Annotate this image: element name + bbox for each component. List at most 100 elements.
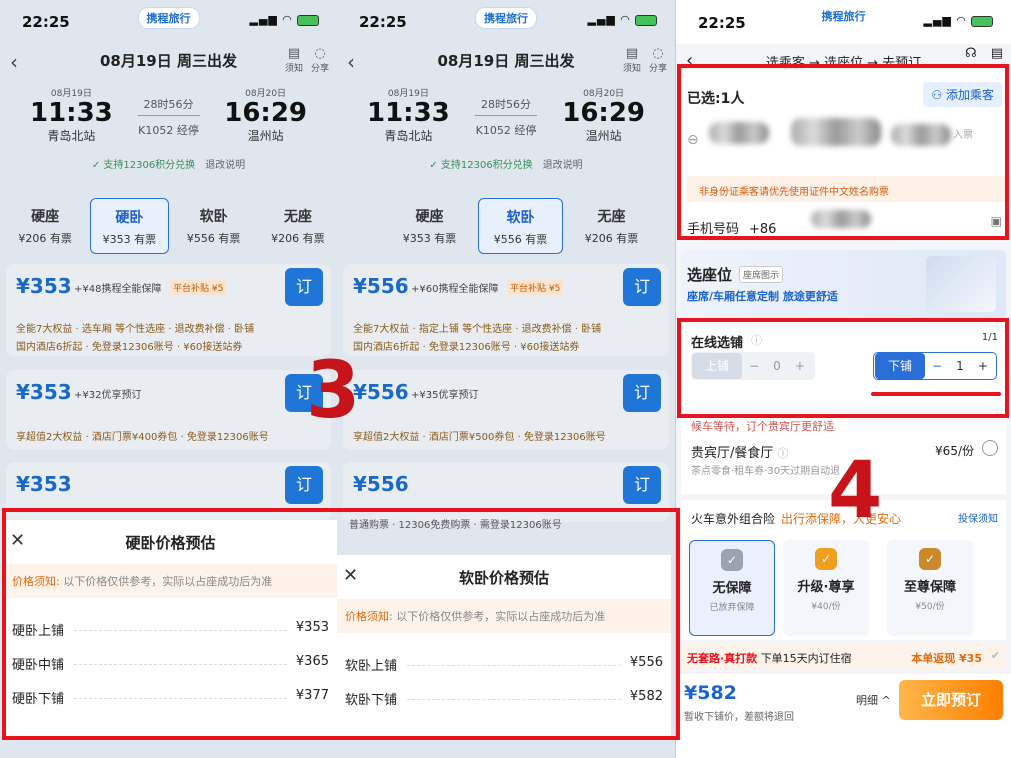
arr-station: 温州站 bbox=[247, 129, 284, 143]
train-number[interactable]: K1052 经停 bbox=[475, 122, 537, 138]
book-now-button[interactable]: 立即预订 bbox=[899, 680, 1003, 720]
offer-card: ¥353 订 bbox=[6, 462, 331, 522]
bottom-bar: ¥582 暂收下铺价，差额将退回 明细 ^ 立即预订 bbox=[676, 674, 1011, 758]
price-estimate-sheet: ✕ 软卧价格预估 价格须知: 以下价格仅供参考，实际以占座成功后为准 软卧上铺 ¥5… bbox=[337, 555, 671, 738]
total-price: ¥582 bbox=[684, 682, 737, 704]
price-notice: 价格须知: 以下价格仅供参考，实际以占座成功后为准 bbox=[4, 564, 337, 598]
redacted-phone bbox=[811, 210, 871, 228]
trip-info: 08月19日 11:33 青岛北站 28时56分 K1052 经停 08月20日 16:… bbox=[367, 89, 645, 143]
support-line: ✓ 支持12306积分兑换 退改说明 bbox=[91, 160, 246, 171]
price-row: 软卧下铺 ¥582 bbox=[345, 689, 663, 708]
sheet-title: 软卧价格预估 bbox=[458, 569, 549, 587]
step-number-4: 4 bbox=[828, 446, 883, 536]
redacted-name bbox=[709, 122, 769, 144]
insurance-notice-link[interactable]: 投保须知 bbox=[958, 510, 998, 525]
status-time: 22:25 bbox=[22, 13, 70, 31]
phone-field[interactable]: 手机号码 +86 bbox=[687, 218, 776, 237]
step-number-3: 3 bbox=[306, 346, 361, 436]
battery-icon bbox=[971, 15, 993, 27]
upper-berth-stepper[interactable]: 上铺 −0 + bbox=[691, 352, 815, 380]
refund-link[interactable]: 退改说明 bbox=[205, 160, 245, 171]
panel-soft-sleeper: 22:25 携程旅行 ▂▄▆ ◠ ‹ 08月19日 周三出发 ▤ 须知 ◌ 分享 08… bbox=[337, 0, 675, 758]
share-button[interactable]: ◌ 分享 bbox=[649, 46, 667, 74]
train-number[interactable]: K1052 经停 bbox=[138, 122, 200, 138]
tab-seat-0[interactable]: 硬座 ¥353 有票 bbox=[387, 198, 472, 254]
trip-info: 08月19日 11:33 青岛北站 28时56分 K1052 经停 08月20日 16:… bbox=[30, 89, 307, 143]
sheet-title: 硬卧价格预估 bbox=[125, 534, 216, 552]
tab-seat-1[interactable]: 软卧 ¥556 有票 bbox=[478, 198, 563, 254]
price-row: 硬卧上铺 ¥353 bbox=[12, 620, 329, 639]
price-estimate-sheet: ✕ 硬卧价格预估 价格须知: 以下价格仅供参考，实际以占座成功后为准 硬卧上铺 ¥3… bbox=[4, 520, 337, 738]
tab-seat-1[interactable]: 硬卧 ¥353 有票 bbox=[90, 198, 169, 254]
tab-seat-2[interactable]: 软卧 ¥556 有票 bbox=[175, 198, 253, 254]
tab-seat-0[interactable]: 硬座 ¥206 有票 bbox=[6, 198, 84, 254]
price-notice: 价格须知: 以下价格仅供参考，实际以占座成功后为准 bbox=[337, 599, 671, 633]
book-button[interactable]: 订 bbox=[623, 374, 661, 412]
tab-seat-3[interactable]: 无座 ¥206 有票 bbox=[259, 198, 337, 254]
tab-seat-2[interactable]: 无座 ¥206 有票 bbox=[569, 198, 654, 254]
contacts-icon[interactable]: ▣ bbox=[991, 214, 1002, 228]
notice-icon: ▤ bbox=[287, 46, 301, 61]
plan-option[interactable]: ✓ 无保障 已放弃保障 bbox=[689, 540, 775, 636]
detail-toggle[interactable]: 明细 ^ bbox=[856, 692, 891, 708]
notice-icon: ▤ bbox=[625, 46, 639, 61]
train-seat-illustration bbox=[926, 256, 996, 312]
book-button[interactable]: 订 bbox=[285, 268, 323, 306]
battery-icon bbox=[297, 14, 319, 26]
notice-icon[interactable]: ▤ bbox=[991, 46, 1003, 61]
brand-logo: 携程旅行 bbox=[475, 7, 537, 29]
price-row: 软卧上铺 ¥556 bbox=[345, 655, 663, 674]
shield-icon: ✓ bbox=[815, 548, 837, 570]
shield-icon: ✓ bbox=[721, 549, 743, 571]
help-icon[interactable]: ⓘ bbox=[778, 447, 789, 460]
offer-card: ¥556 +¥35优享预订 订 享超值2大权益 · 酒店门票¥500券包 · 免登… bbox=[343, 370, 669, 450]
share-icon: ◌ bbox=[652, 46, 664, 61]
add-passenger-button[interactable]: ⚇ 添加乘客 bbox=[923, 82, 1002, 107]
book-button[interactable]: 订 bbox=[623, 466, 661, 504]
service-icon[interactable]: ☊ bbox=[965, 46, 977, 61]
redacted-id bbox=[891, 124, 951, 146]
rebate-bar[interactable]: 无套路·真打款 下单15天内订住宿 本单返现 ¥35 ✔ bbox=[681, 644, 1006, 670]
dep-station: 青岛北站 bbox=[47, 129, 96, 143]
dep-time: 11:33 bbox=[30, 98, 113, 128]
status-bar: 22:25 携程旅行 ▂▄▆ ◠ bbox=[0, 7, 337, 34]
status-bar: 22:25 携程旅行 ▂▄▆ ◠ bbox=[676, 0, 1011, 44]
share-icon: ◌ bbox=[314, 46, 326, 61]
passenger-card: 已选:1人 ⚇ 添加乘客 ⊖ 入票 非身份证乘客请优先使用证件中文姓名购票 手机… bbox=[681, 70, 1006, 238]
share-button[interactable]: ◌ 分享 bbox=[311, 46, 329, 74]
seat-tabs: 硬座 ¥353 有票 软卧 ¥556 有票 无座 ¥206 有票 bbox=[387, 198, 675, 256]
support-line: ✓ 支持12306积分兑换 退改说明 bbox=[429, 160, 583, 171]
offer-card: ¥353 +¥48携程全能保障 平台补贴 ¥5 订 全能7大权益 · 选车厢 等个性… bbox=[6, 264, 331, 356]
shield-icon: ✓ bbox=[919, 548, 941, 570]
remove-icon[interactable]: ⊖ bbox=[687, 132, 699, 148]
seat-tabs: 硬座 ¥206 有票 硬卧 ¥353 有票 软卧 ¥556 有票 无座 ¥206 有票 bbox=[6, 198, 337, 256]
back-icon[interactable]: ‹ bbox=[686, 50, 693, 71]
offer-card: ¥353 +¥32优享预订 订 享超值2大权益 · 酒店门票¥400券包 · 免登… bbox=[6, 370, 331, 450]
nav-bar: ‹ 08月19日 周三出发 ▤ 须知 ◌ 分享 bbox=[0, 46, 337, 74]
seat-map-link[interactable]: 座席图示 bbox=[739, 266, 784, 283]
offer-card: ¥556 订 bbox=[343, 462, 669, 522]
id-warning: 非身份证乘客请优先使用证件中文姓名购票 bbox=[687, 176, 1006, 202]
redacted-name bbox=[791, 118, 881, 146]
selected-count: 已选:1人 bbox=[687, 91, 745, 107]
step-bar: ‹ 选乘客 → 选座位 → 去预订 ☊ ▤ bbox=[686, 46, 1003, 71]
check-icon[interactable]: ✔ bbox=[991, 649, 1000, 662]
lower-berth-stepper[interactable]: 下铺 −1 + bbox=[873, 352, 997, 380]
plan-option[interactable]: ✓ 至尊保障 ¥50/份 bbox=[887, 540, 973, 636]
price-row: 硬卧下铺 ¥377 bbox=[12, 688, 329, 707]
nav-bar: ‹ 08月19日 周三出发 ▤ 须知 ◌ 分享 bbox=[337, 46, 675, 74]
plan-option[interactable]: ✓ 升级·尊享 ¥40/份 bbox=[783, 540, 869, 636]
price-row: 硬卧中铺 ¥365 bbox=[12, 654, 329, 673]
help-icon[interactable]: ⓘ bbox=[751, 332, 762, 348]
book-button[interactable]: 订 bbox=[623, 268, 661, 306]
vip-radio[interactable] bbox=[982, 440, 998, 456]
status-indicators: ▂▄▆ ◠ bbox=[250, 13, 319, 26]
status-bar: 22:25 携程旅行 ▂▄▆ ◠ bbox=[337, 7, 675, 34]
offer-peek: 普通购票 · 12306免费购票 · 需登录12306账号 bbox=[349, 520, 562, 531]
notice-button[interactable]: ▤ 须知 bbox=[623, 46, 641, 74]
refund-link[interactable]: 退改说明 bbox=[543, 160, 583, 171]
seat-select-banner[interactable]: 选座位 座席图示 座席/车厢任意定制 旅途更舒适 bbox=[681, 250, 1006, 320]
panel-hard-sleeper: 22:25 携程旅行 ▂▄▆ ◠ ‹ 08月19日 周三出发 ▤ 须知 ◌ 分享 08… bbox=[0, 0, 337, 758]
book-button[interactable]: 订 bbox=[285, 466, 323, 504]
notice-button[interactable]: ▤ 须知 bbox=[285, 46, 303, 74]
